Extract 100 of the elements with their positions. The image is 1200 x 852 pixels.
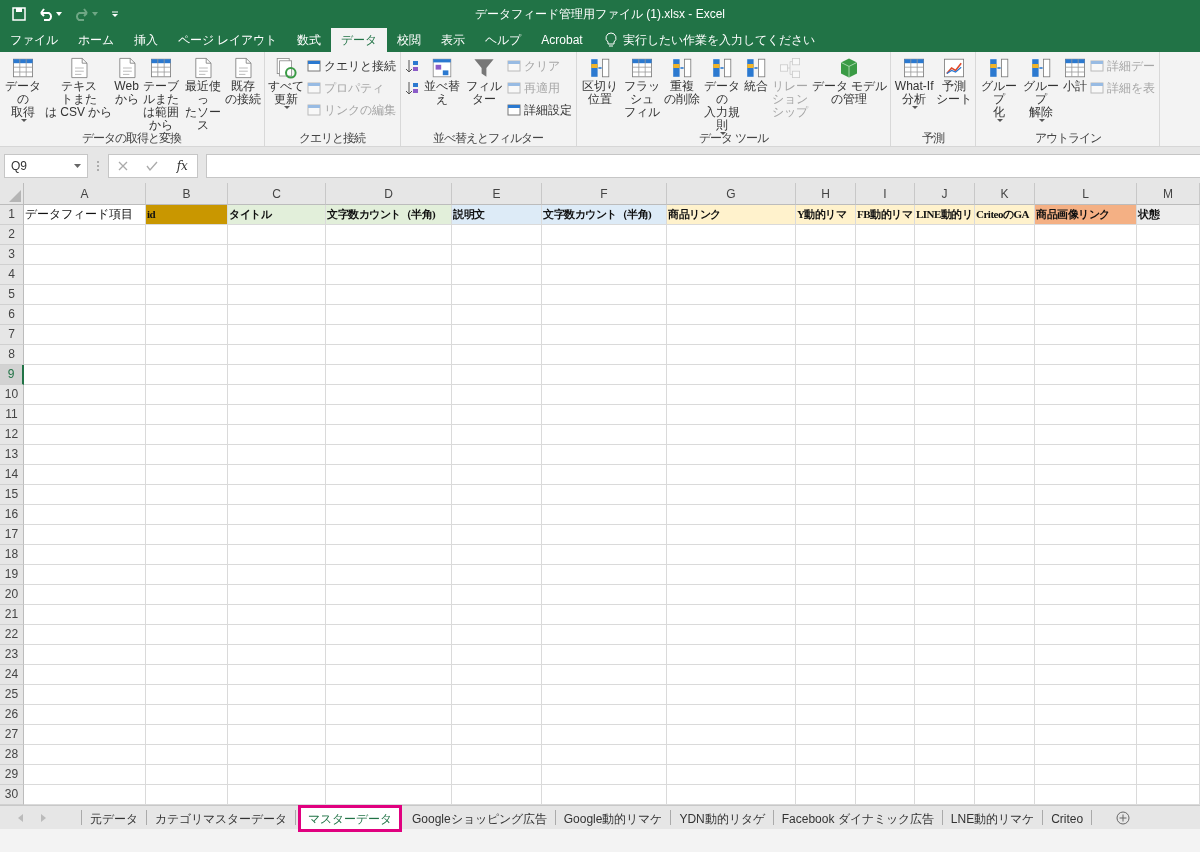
ribbon-button[interactable]: 統合	[742, 54, 769, 95]
ribbon-button[interactable]: フィルター	[462, 54, 505, 108]
column-header[interactable]: A	[24, 183, 146, 205]
column-header[interactable]: M	[1137, 183, 1200, 205]
sheet-tab[interactable]: YDN動的リタゲ	[671, 810, 774, 825]
ribbon-button[interactable]: グループ 化	[978, 54, 1021, 124]
ribbon-button[interactable]: 詳細設定	[504, 100, 574, 120]
table-cell	[796, 465, 856, 485]
row-header[interactable]: 25	[0, 685, 24, 705]
row-header[interactable]: 21	[0, 605, 24, 625]
column-header[interactable]: G	[667, 183, 796, 205]
column-header[interactable]: E	[452, 183, 542, 205]
ribbon-button[interactable]: すべて 更新	[266, 54, 305, 111]
table-cell	[1137, 265, 1200, 285]
row-header[interactable]: 9	[0, 365, 24, 385]
ribbon-tab[interactable]: ヘルプ	[475, 28, 532, 52]
ribbon-tab[interactable]: データ	[331, 28, 388, 52]
ribbon-tab[interactable]: 挿入	[124, 28, 168, 52]
row-header[interactable]: 27	[0, 725, 24, 745]
row-header[interactable]: 3	[0, 245, 24, 265]
ribbon-button[interactable]: 既存 の接続	[223, 54, 262, 108]
table-cell	[975, 385, 1035, 405]
row-header[interactable]: 22	[0, 625, 24, 645]
row-header[interactable]: 8	[0, 345, 24, 365]
row-header[interactable]: 13	[0, 445, 24, 465]
ribbon-button[interactable]: グループ 解除	[1020, 54, 1063, 124]
column-header[interactable]: C	[228, 183, 326, 205]
ribbon-button[interactable]: データの 取得	[2, 54, 44, 124]
row-header[interactable]: 16	[0, 505, 24, 525]
row-header[interactable]: 15	[0, 485, 24, 505]
ribbon-button[interactable]: テキストまた は CSV から	[44, 54, 114, 121]
column-header[interactable]: B	[146, 183, 228, 205]
select-all-button[interactable]	[0, 183, 24, 205]
row-header[interactable]: 6	[0, 305, 24, 325]
ribbon-button[interactable]: 小計	[1062, 54, 1089, 95]
ribbon-tab[interactable]: 数式	[287, 28, 332, 52]
ribbon-tab[interactable]: ページ レイアウト	[168, 28, 288, 52]
ribbon-tab[interactable]: ホーム	[68, 28, 124, 52]
row-header[interactable]: 14	[0, 465, 24, 485]
column-header[interactable]: D	[326, 183, 452, 205]
sheet-tab[interactable]: Facebook ダイナミック広告	[773, 810, 943, 825]
row-header[interactable]: 4	[0, 265, 24, 285]
sheet-tab[interactable]: Googleショッピング広告	[404, 810, 556, 825]
sheet-tab[interactable]: Google動的リマケ	[555, 810, 672, 825]
insert-function-button[interactable]: fx	[176, 157, 188, 175]
row-header[interactable]: 24	[0, 665, 24, 685]
row-header[interactable]: 5	[0, 285, 24, 305]
table-cell	[1137, 605, 1200, 625]
sheet-tab[interactable]: カテゴリマスターデータ	[147, 810, 296, 825]
ribbon-button[interactable]: 最近使っ たソース	[181, 54, 224, 134]
ribbon-button[interactable]: 重複 の削除	[662, 54, 701, 108]
column-header[interactable]: I	[856, 183, 915, 205]
name-box[interactable]: Q9	[4, 154, 88, 178]
ribbon-button[interactable]: 並べ替え	[420, 54, 463, 108]
row-header[interactable]: 28	[0, 745, 24, 765]
row-header[interactable]: 17	[0, 525, 24, 545]
column-header[interactable]: J	[915, 183, 975, 205]
table-cell	[796, 645, 856, 665]
table-cell	[856, 425, 915, 445]
tell-me-field[interactable]: 実行したい作業を入力してください	[622, 31, 853, 49]
table-cell	[856, 505, 915, 525]
ribbon-button[interactable]: データ モデル の管理	[810, 54, 889, 108]
sheet-tab[interactable]: 元データ	[82, 810, 147, 825]
table-cell: id	[146, 205, 228, 225]
sheet-tab[interactable]: マスターデータ	[301, 808, 399, 829]
sheet-tab[interactable]: Criteo	[1043, 810, 1093, 825]
sort-icon	[404, 81, 419, 95]
ribbon-button[interactable]: 予測 シート	[935, 54, 974, 108]
row-header[interactable]: 10	[0, 385, 24, 405]
ribbon-tab[interactable]: ファイル	[0, 28, 68, 52]
row-header[interactable]: 7	[0, 325, 24, 345]
formula-field[interactable]	[206, 154, 1200, 178]
cancel-button[interactable]	[118, 161, 129, 171]
row-header[interactable]: 2	[0, 225, 24, 245]
ribbon-button[interactable]: What-If 分析	[893, 54, 936, 111]
ribbon-button[interactable]: クエリと接続	[304, 56, 398, 76]
column-header[interactable]: F	[542, 183, 667, 205]
row-header[interactable]: 1	[0, 205, 24, 225]
row-header[interactable]: 26	[0, 705, 24, 725]
column-header[interactable]: L	[1035, 183, 1137, 205]
ribbon-tab[interactable]: 校閲	[387, 28, 432, 52]
column-header[interactable]: K	[975, 183, 1035, 205]
table-cell	[796, 705, 856, 725]
ribbon-button[interactable]: フラッシュ フィル	[620, 54, 663, 121]
row-header[interactable]: 30	[0, 785, 24, 805]
row-header[interactable]: 11	[0, 405, 24, 425]
row-header[interactable]: 20	[0, 585, 24, 605]
column-header[interactable]: H	[796, 183, 856, 205]
row-header[interactable]: 23	[0, 645, 24, 665]
ribbon-button[interactable]: Web から	[113, 54, 140, 108]
row-header[interactable]: 29	[0, 765, 24, 785]
row-header[interactable]: 19	[0, 565, 24, 585]
row-header[interactable]: 12	[0, 425, 24, 445]
sheet-tab[interactable]: LNE動的リマケ	[942, 810, 1044, 825]
ribbon-tab[interactable]: Acrobat	[531, 28, 593, 52]
enter-button[interactable]	[146, 161, 159, 171]
ribbon-button[interactable]: 区切り位置	[578, 54, 621, 108]
table-cell	[796, 745, 856, 765]
ribbon-tab[interactable]: 表示	[431, 28, 476, 52]
row-header[interactable]: 18	[0, 545, 24, 565]
